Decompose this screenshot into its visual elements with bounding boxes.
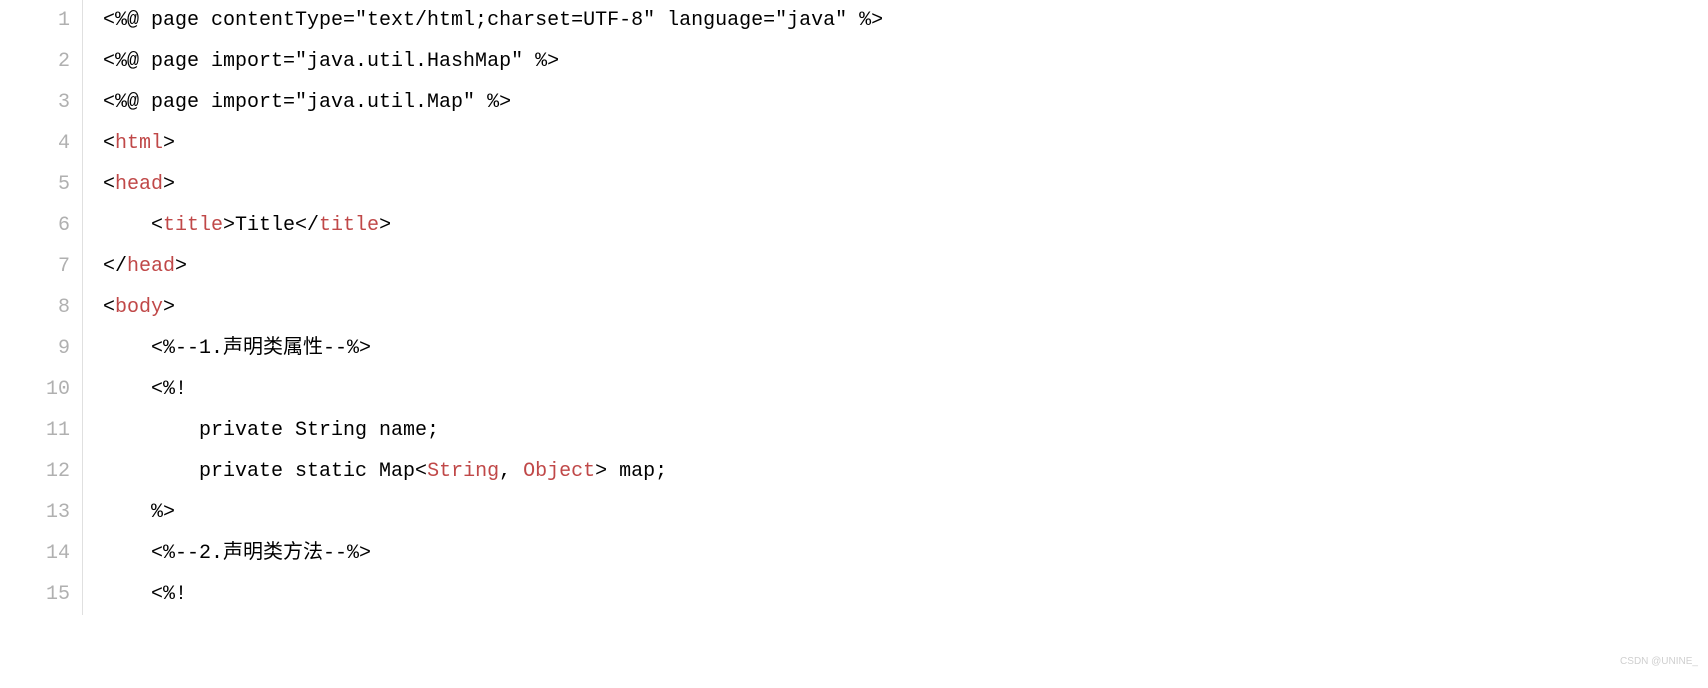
code-token: private static Map< [103,451,427,492]
code-token: html [115,123,163,164]
code-token: <%--2.声明类方法--%> [103,533,371,574]
code-line: <%--2.声明类方法--%> [103,533,1708,574]
line-number: 9 [0,328,70,369]
code-token: < [103,287,115,328]
line-number: 10 [0,369,70,410]
code-token: title [163,205,223,246]
code-token: > [175,246,187,287]
line-number: 7 [0,246,70,287]
code-token: > [163,123,175,164]
code-line: private static Map<String, Object> map; [103,451,1708,492]
line-number: 2 [0,41,70,82]
code-token: <%@ page import="java.util.HashMap" %> [103,41,559,82]
line-number: 6 [0,205,70,246]
code-token: Object [523,451,595,492]
code-line: </head> [103,246,1708,287]
code-token: < [103,164,115,205]
code-area: <%@ page contentType="text/html;charset=… [82,0,1708,615]
code-token: < [103,205,163,246]
code-token: <%! [103,369,187,410]
code-token: > [379,205,391,246]
code-token: String [427,451,499,492]
line-number: 3 [0,82,70,123]
line-number: 8 [0,287,70,328]
line-number-gutter: 123456789101112131415 [0,0,82,615]
code-token: title [319,205,379,246]
code-token: %> [103,492,175,533]
code-token: > [163,287,175,328]
code-line: <html> [103,123,1708,164]
code-token: >Title</ [223,205,319,246]
line-number: 11 [0,410,70,451]
code-token: , [499,451,523,492]
watermark: CSDN @UNINE_ [1620,641,1698,682]
code-token: <%! [103,574,187,615]
code-line: <%@ page import="java.util.HashMap" %> [103,41,1708,82]
code-token: head [115,164,163,205]
code-line: <%@ page contentType="text/html;charset=… [103,0,1708,41]
code-block: 123456789101112131415 <%@ page contentTy… [0,0,1708,615]
code-line: <head> [103,164,1708,205]
code-token: body [115,287,163,328]
code-line: <%! [103,369,1708,410]
code-line: <body> [103,287,1708,328]
code-token: > [163,164,175,205]
code-token: > map; [595,451,667,492]
code-token: <%@ page import="java.util.Map" %> [103,82,511,123]
code-line: <title>Title</title> [103,205,1708,246]
code-token: </ [103,246,127,287]
code-line: %> [103,492,1708,533]
line-number: 1 [0,0,70,41]
code-token: < [103,123,115,164]
code-token: head [127,246,175,287]
line-number: 5 [0,164,70,205]
line-number: 15 [0,574,70,615]
line-number: 13 [0,492,70,533]
code-token: private String name; [103,410,439,451]
code-line: <%@ page import="java.util.Map" %> [103,82,1708,123]
code-line: <%! [103,574,1708,615]
code-line: private String name; [103,410,1708,451]
code-token: <%@ page contentType="text/html;charset=… [103,0,883,41]
line-number: 4 [0,123,70,164]
line-number: 14 [0,533,70,574]
code-token: <%--1.声明类属性--%> [103,328,371,369]
code-line: <%--1.声明类属性--%> [103,328,1708,369]
line-number: 12 [0,451,70,492]
